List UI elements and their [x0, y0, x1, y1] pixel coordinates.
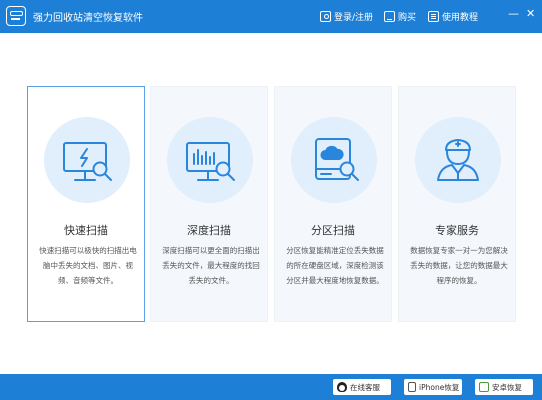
qq-penguin-icon — [337, 382, 347, 392]
recovery-icon — [479, 382, 489, 392]
android-recovery-button[interactable]: 安卓恢复 — [475, 379, 533, 395]
deep-scan-card[interactable]: 深度扫描 深度扫描可以更全面的扫描出丢失的文件，最大程度的找回丢失的文件。 — [150, 86, 268, 322]
user-icon — [320, 10, 331, 22]
app-title: 强力回收站清空恢复软件 — [33, 13, 143, 24]
doctor-expert-icon — [415, 117, 501, 203]
login-register-label: 登录/注册 — [334, 12, 374, 23]
card-title: 深度扫描 — [187, 224, 231, 237]
partition-scan-card[interactable]: 分区扫描 分区恢复能精准定位丢失数据的所在硬盘区域，深度检测该分区并最大程度地恢… — [274, 86, 392, 322]
card-title: 快速扫描 — [64, 224, 108, 237]
iphone-recovery-label: iPhone恢复 — [419, 382, 460, 392]
monitor-barcode-magnifier-icon — [167, 117, 253, 203]
android-recovery-label: 安卓恢复 — [492, 382, 522, 392]
card-description: 分区恢复能精准定位丢失数据的所在硬盘区域，深度检测该分区并最大程度地恢复数据。 — [286, 246, 384, 285]
disk-cloud-magnifier-icon — [291, 117, 377, 203]
quick-scan-card[interactable]: 快速扫描 快速扫描可以极快的扫描出电脑中丢失的文档、图片、视频、音频等文件。 — [27, 86, 145, 322]
title-bar: 强力回收站清空恢复软件 登录/注册 购买 使用教程 — ✕ — [0, 0, 542, 33]
card-description: 数据恢复专家一对一为您解决丢失的数据，让您的数据最大程序的恢复。 — [410, 246, 508, 285]
login-register-button[interactable]: 登录/注册 — [320, 9, 373, 23]
monitor-lightning-magnifier-icon — [44, 117, 130, 203]
card-title: 分区扫描 — [311, 224, 355, 237]
cart-icon — [384, 10, 395, 22]
online-support-label: 在线客服 — [350, 382, 380, 392]
tutorial-label: 使用教程 — [442, 12, 479, 23]
online-support-button[interactable]: 在线客服 — [333, 379, 391, 395]
close-button[interactable]: ✕ — [526, 7, 535, 21]
minimize-button[interactable]: — — [508, 7, 519, 21]
card-title: 专家服务 — [435, 224, 479, 237]
card-description: 深度扫描可以更全面的扫描出丢失的文件，最大程度的找回丢失的文件。 — [162, 246, 260, 285]
buy-label: 购买 — [398, 12, 417, 23]
card-description: 快速扫描可以极快的扫描出电脑中丢失的文档、图片、视频、音频等文件。 — [39, 246, 137, 285]
tutorial-button[interactable]: 使用教程 — [428, 9, 478, 23]
iphone-recovery-button[interactable]: iPhone恢复 — [404, 379, 462, 395]
bottom-bar: 在线客服 iPhone恢复 安卓恢复 — [0, 374, 542, 400]
phone-icon — [408, 382, 416, 392]
book-icon — [428, 10, 439, 22]
buy-button[interactable]: 购买 — [384, 9, 416, 23]
app-logo-icon — [6, 6, 26, 26]
expert-service-card[interactable]: 专家服务 数据恢复专家一对一为您解决丢失的数据，让您的数据最大程序的恢复。 — [398, 86, 516, 322]
